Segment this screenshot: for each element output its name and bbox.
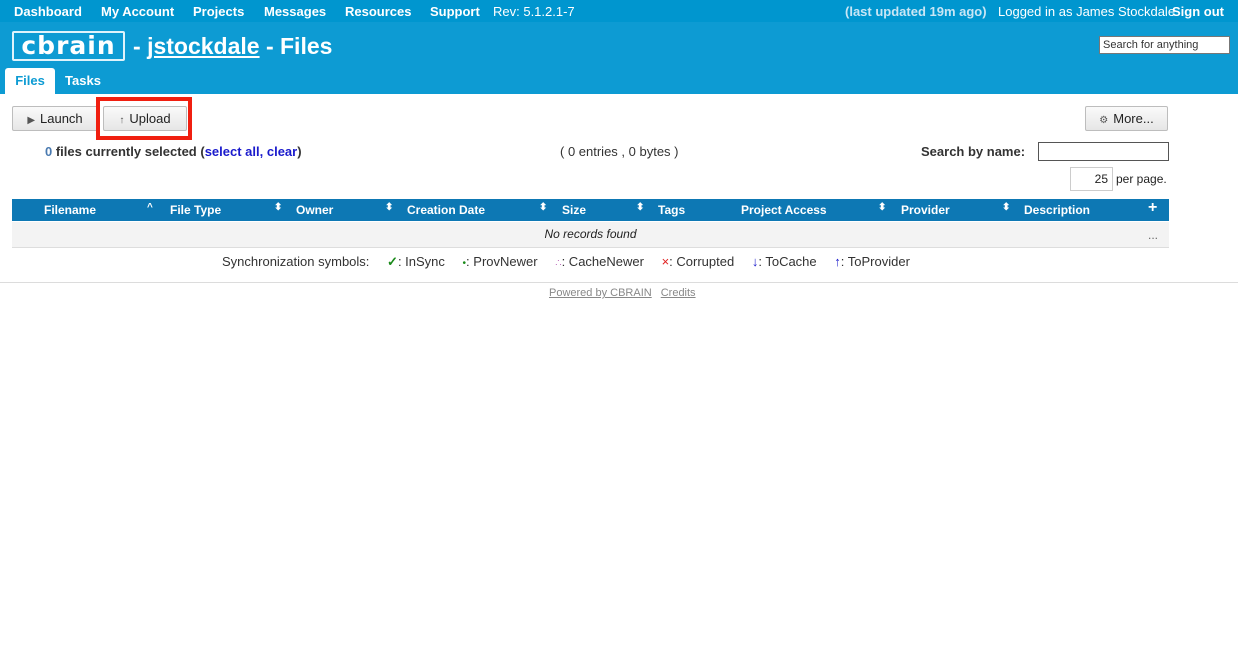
- selection-status: 0 files currently selected (select all, …: [45, 144, 302, 159]
- toprovider-label: : ToProvider: [840, 254, 910, 269]
- nav-dashboard[interactable]: Dashboard: [14, 4, 82, 19]
- nav-support[interactable]: Support: [430, 4, 480, 19]
- per-page-input[interactable]: [1070, 167, 1113, 191]
- column-creation-date[interactable]: Creation Date: [407, 203, 485, 217]
- column-provider[interactable]: Provider: [901, 203, 950, 217]
- revision-text: Rev: 5.1.2.1-7: [493, 4, 575, 19]
- title-suffix: - Files: [259, 33, 333, 59]
- credits-link[interactable]: Credits: [661, 287, 696, 299]
- play-icon: ▶: [27, 115, 36, 126]
- more-button[interactable]: ⚙ More...: [1085, 106, 1168, 131]
- sync-legend: Synchronization symbols: ✓: InSync •: Pr…: [222, 254, 910, 270]
- sort-toggle-icon[interactable]: ⬍: [636, 202, 644, 213]
- column-size[interactable]: Size: [562, 203, 586, 217]
- page-footer: Powered by CBRAIN Credits: [549, 287, 696, 299]
- sort-toggle-icon[interactable]: ⬍: [274, 202, 282, 213]
- selection-close: ): [297, 144, 302, 159]
- footer-divider: [0, 282, 1238, 283]
- powered-by-link[interactable]: Powered by CBRAIN: [549, 287, 652, 299]
- username-link[interactable]: jstockdale: [147, 33, 260, 59]
- select-all-link[interactable]: select all,: [205, 144, 264, 159]
- upload-highlight-box: [96, 97, 192, 140]
- title-prefix: -: [133, 33, 148, 59]
- column-file-type[interactable]: File Type: [170, 203, 221, 217]
- selection-text: files currently selected (: [52, 144, 205, 159]
- logged-in-text: Logged in as James Stockdale: [998, 4, 1176, 19]
- sort-toggle-icon[interactable]: ⬍: [539, 202, 547, 213]
- tab-files[interactable]: Files: [5, 68, 55, 94]
- more-label: More...: [1113, 111, 1154, 126]
- column-project-access[interactable]: Project Access: [741, 203, 827, 217]
- provnewer-label: : ProvNewer: [466, 254, 538, 269]
- gear-icon: ⚙: [1099, 115, 1109, 126]
- cachenewer-label: : CacheNewer: [561, 254, 644, 269]
- nav-resources[interactable]: Resources: [345, 4, 411, 19]
- nav-my-account[interactable]: My Account: [101, 4, 174, 19]
- insync-icon: ✓: [387, 254, 398, 269]
- no-records-message: No records found: [544, 227, 637, 241]
- column-tags[interactable]: Tags: [658, 203, 685, 217]
- cbrain-logo[interactable]: cbrain: [12, 31, 125, 61]
- sort-asc-icon[interactable]: ^: [147, 202, 153, 213]
- add-column-icon[interactable]: +: [1148, 199, 1157, 217]
- sort-toggle-icon[interactable]: ⬍: [385, 202, 393, 213]
- tab-tasks[interactable]: Tasks: [58, 68, 108, 94]
- insync-label: : InSync: [397, 254, 445, 269]
- launch-label: Launch: [40, 111, 83, 126]
- sync-legend-label: Synchronization symbols:: [222, 254, 370, 269]
- column-filename[interactable]: Filename: [44, 203, 96, 217]
- sign-out-link[interactable]: Sign out: [1172, 4, 1224, 19]
- search-by-name-input[interactable]: [1038, 142, 1169, 161]
- launch-button[interactable]: ▶ Launch: [12, 106, 98, 131]
- clear-link[interactable]: clear: [267, 144, 297, 159]
- last-updated-text: (last updated 19m ago): [845, 4, 987, 19]
- row-menu-icon[interactable]: ...: [1148, 228, 1158, 242]
- page-title: - jstockdale - Files: [133, 33, 332, 60]
- tocache-label: : ToCache: [758, 254, 817, 269]
- corrupted-label: : Corrupted: [669, 254, 735, 269]
- entries-summary: ( 0 entries , 0 bytes ): [560, 144, 679, 159]
- top-nav-bar: Dashboard My Account Projects Messages R…: [0, 0, 1238, 22]
- search-by-name-label: Search by name:: [921, 144, 1026, 159]
- sort-toggle-icon[interactable]: ⬍: [1002, 202, 1010, 213]
- per-page-label: per page.: [1116, 172, 1167, 186]
- page-header: cbrain - jstockdale - Files Files Tasks: [0, 22, 1238, 94]
- table-row: No records found ...: [12, 222, 1169, 248]
- global-search-input[interactable]: [1099, 36, 1230, 54]
- nav-projects[interactable]: Projects: [193, 4, 244, 19]
- column-owner[interactable]: Owner: [296, 203, 333, 217]
- files-table-header: Filename ^ File Type ⬍ Owner ⬍ Creation …: [12, 199, 1169, 221]
- column-description[interactable]: Description: [1024, 203, 1090, 217]
- nav-messages[interactable]: Messages: [264, 4, 326, 19]
- sort-toggle-icon[interactable]: ⬍: [878, 202, 886, 213]
